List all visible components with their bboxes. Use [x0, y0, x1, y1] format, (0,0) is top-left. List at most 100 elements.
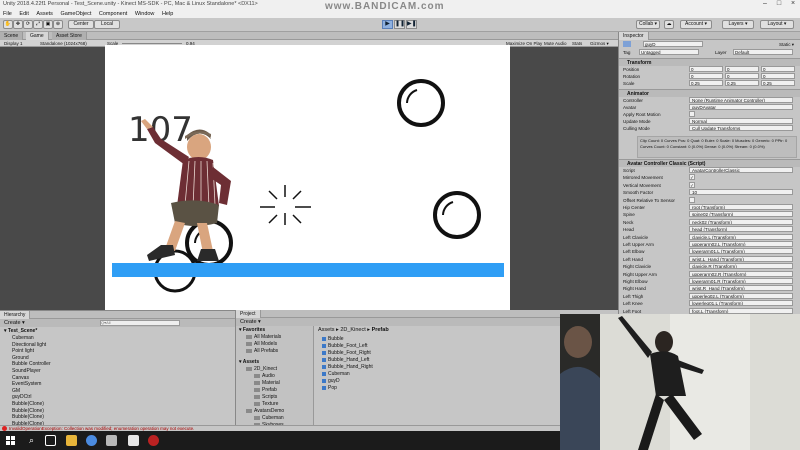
folder-item[interactable]: Audio [254, 373, 275, 380]
play-button[interactable]: ▶ [382, 20, 393, 29]
folder-item[interactable]: 2D_Kinect [246, 366, 277, 373]
avatar-row-value[interactable]: neck02 (Transform) [689, 218, 793, 225]
windows-start-icon[interactable] [5, 435, 16, 446]
scale-x[interactable]: 0.25 [689, 80, 723, 86]
avatar-row-value[interactable]: root (Transform) [689, 204, 793, 210]
rect-tool-icon[interactable]: ▣ [43, 20, 53, 29]
assets-header[interactable]: ▾ Assets [239, 359, 259, 366]
mute-audio-toggle[interactable]: Mute Audio [544, 40, 567, 47]
hierarchy-item[interactable]: Bubble(Clone) [12, 408, 44, 415]
animator-row-value[interactable]: Normal [689, 118, 793, 124]
unity-icon[interactable] [128, 435, 139, 446]
menu-assets[interactable]: Assets [36, 10, 53, 18]
project-create-button[interactable]: Create ▾ [240, 319, 261, 325]
animator-row-value[interactable]: guyDAvatar [689, 104, 793, 110]
menu-file[interactable]: File [3, 10, 12, 18]
asset-item[interactable]: Bubble_Foot_Right [322, 350, 371, 357]
tab-asset-store[interactable]: Asset Store [52, 32, 87, 40]
avatar-row-value[interactable]: foot.L (Transform) [689, 307, 793, 314]
avatar-row-value[interactable]: upperarm02.L (Transform) [689, 241, 793, 247]
position-x[interactable]: 0 [689, 66, 723, 72]
rotation-z[interactable]: 0 [761, 73, 795, 79]
tab-inspector[interactable]: Inspector [619, 32, 649, 40]
avatar-row-value[interactable]: wrist.L_Hand (Transform) [689, 255, 793, 262]
tab-game[interactable]: Game [26, 32, 49, 40]
avatar-row-value[interactable]: lowerarm01.R (Transform) [689, 278, 793, 284]
avatar-row-value[interactable]: spine02 (Transform) [689, 211, 793, 218]
account-dropdown[interactable]: Account ▾ [680, 20, 712, 29]
menu-help[interactable]: Help [162, 10, 173, 18]
menu-component[interactable]: Component [99, 10, 127, 18]
animator-row-value[interactable]: Cull Update Transforms [689, 125, 793, 131]
position-z[interactable]: 0 [761, 66, 795, 72]
favorite-item[interactable]: All Materials [246, 334, 281, 341]
scale-slider[interactable] [122, 43, 182, 44]
hierarchy-search-input[interactable]: Q▾All [100, 320, 180, 326]
hierarchy-item[interactable]: Bubble Controller [12, 361, 51, 368]
scale-y[interactable]: 0.25 [725, 80, 759, 86]
collab-dropdown[interactable]: Collab ▾ [636, 20, 660, 29]
hierarchy-item[interactable]: Point light [12, 348, 34, 355]
avatar-row-value[interactable]: head (Transform) [689, 226, 793, 233]
folder-item[interactable]: Material [254, 380, 280, 387]
avatar-row-value[interactable]: upperarm02.R (Transform) [689, 270, 793, 277]
apply-root-motion-checkbox[interactable] [689, 111, 695, 117]
game-viewport[interactable]: 107 [105, 45, 510, 311]
asset-item[interactable]: Bubble_Hand_Right [322, 364, 373, 371]
asset-item[interactable]: Bubble [322, 336, 344, 343]
folder-item[interactable]: Texture [254, 401, 278, 408]
avatar-row-value[interactable]: clavicle.L (Transform) [689, 233, 793, 240]
favorite-item[interactable]: All Models [246, 341, 277, 348]
pause-button[interactable]: ❚❚ [394, 20, 405, 29]
layer-dropdown[interactable]: Default [733, 49, 793, 55]
object-name-field[interactable]: guyD [643, 41, 703, 47]
menu-edit[interactable]: Edit [19, 10, 28, 18]
display-dropdown[interactable]: Display 1 [4, 40, 23, 47]
hierarchy-item[interactable]: Canvas [12, 375, 29, 382]
hierarchy-item[interactable]: SoundPlayer [12, 368, 41, 375]
folder-item[interactable]: AvatarsDemo [246, 408, 284, 415]
breadcrumb-2d-kinect[interactable]: 2D_Kinect [340, 327, 365, 333]
unity-hub-icon[interactable] [106, 435, 117, 446]
cloud-icon[interactable]: ☁ [664, 20, 674, 29]
scale-z[interactable]: 0.25 [761, 80, 795, 86]
folder-item[interactable]: Prefab [254, 387, 277, 394]
breadcrumb-prefab[interactable]: Prefab [372, 327, 389, 333]
avatar-row-value[interactable]: clavicle.R (Transform) [689, 263, 793, 270]
hierarchy-item[interactable]: GM [12, 388, 20, 395]
hierarchy-create-button[interactable]: Create ▾ [4, 320, 25, 326]
stats-toggle[interactable]: Stats [572, 40, 582, 47]
gizmos-dropdown[interactable]: Gizmos ▾ [590, 40, 609, 47]
transform-header[interactable]: Transform [619, 58, 800, 66]
resolution-dropdown[interactable]: Standalone (1024x768) [40, 40, 87, 47]
folder-item[interactable]: Cubeman [254, 415, 284, 422]
hierarchy-item[interactable]: Bubble(Clone) [12, 401, 44, 408]
hand-tool-icon[interactable]: ✋ [3, 20, 13, 29]
hierarchy-item[interactable]: guyDCtrl [12, 394, 31, 401]
maximize-on-play-toggle[interactable]: Maximize On Play [506, 40, 542, 47]
asset-item[interactable]: Bubble_Hand_Left [322, 357, 369, 364]
avatar-row-value[interactable]: upperleg02.L (Transform) [689, 292, 793, 299]
hierarchy-item[interactable]: Directional light [12, 342, 46, 349]
transform-tool-icon[interactable]: ⊕ [53, 20, 63, 29]
menu-window[interactable]: Window [135, 10, 155, 18]
favorites-header[interactable]: ▾ Favorites [239, 327, 265, 334]
layers-dropdown[interactable]: Layers ▾ [722, 20, 754, 29]
close-button[interactable]: × [786, 0, 800, 10]
avatar-row-checkbox[interactable] [689, 196, 695, 203]
avatar-row-checkbox[interactable]: ✓ [689, 174, 695, 181]
step-button[interactable]: ▶❚ [406, 20, 417, 29]
favorite-item[interactable]: All Prefabs [246, 348, 278, 355]
scale-tool-icon[interactable]: ⤢ [33, 20, 43, 29]
scene-root[interactable]: ▾ Test_Scene* [4, 328, 37, 335]
hierarchy-item[interactable]: Bubble(Clone) [12, 414, 44, 421]
avatar-controller-header[interactable]: Avatar Controller Classic (Script) [619, 159, 800, 167]
asset-item[interactable]: guyD [322, 378, 340, 385]
hierarchy-item[interactable]: Ground [12, 355, 29, 362]
bandicam-icon[interactable] [148, 435, 159, 446]
avatar-row-value[interactable]: lowerleg01.L (Transform) [689, 300, 793, 307]
asset-item[interactable]: Bubble_Foot_Left [322, 343, 367, 350]
space-toggle[interactable]: Local [94, 20, 120, 29]
layout-dropdown[interactable]: Layout ▾ [760, 20, 794, 29]
static-dropdown[interactable]: Static ▾ [779, 41, 794, 48]
